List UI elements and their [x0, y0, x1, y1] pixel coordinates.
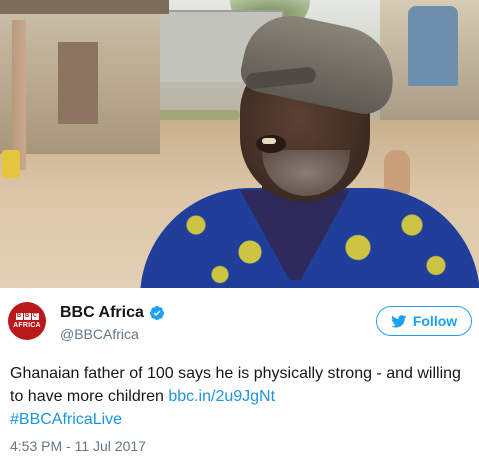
photo-yellow-can: [2, 150, 20, 178]
photo-blue-tarp: [408, 6, 458, 86]
logo-letter: C: [31, 313, 39, 320]
tweet-hashtag[interactable]: #BBCAfricaLive: [10, 411, 122, 428]
follow-button[interactable]: Follow: [376, 306, 472, 336]
photo-left-roof: [0, 0, 169, 14]
twitter-bird-icon: [390, 314, 407, 328]
tweet-timestamp[interactable]: 4:53 PM - 11 Jul 2017: [10, 438, 146, 454]
photo-left-door: [58, 42, 98, 124]
tweet-card: B B C AFRICA BBC Africa @BBCAfrica Follo…: [0, 0, 479, 459]
logo-letter: B: [23, 313, 31, 320]
avatar[interactable]: B B C AFRICA: [8, 302, 46, 340]
author-handle[interactable]: @BBCAfrica: [60, 326, 139, 342]
tweet-photo[interactable]: [0, 0, 479, 288]
verified-badge-icon: [149, 306, 164, 320]
bbc-logo-icon: B B C: [15, 313, 39, 320]
photo-grass: [150, 110, 240, 120]
tweet-text: Ghanaian father of 100 says he is physic…: [10, 362, 470, 431]
photo-man-teeth: [262, 138, 276, 144]
author-display-name[interactable]: BBC Africa: [60, 304, 144, 322]
tweet-header: B B C AFRICA BBC Africa @BBCAfrica Follo…: [0, 288, 479, 348]
author-name-row[interactable]: BBC Africa: [60, 304, 165, 322]
follow-label: Follow: [412, 313, 458, 329]
photo-post: [12, 20, 26, 170]
logo-letter: B: [15, 313, 23, 320]
tweet-link[interactable]: bbc.in/2u9JgNt: [168, 388, 275, 405]
avatar-word: AFRICA: [13, 322, 41, 329]
